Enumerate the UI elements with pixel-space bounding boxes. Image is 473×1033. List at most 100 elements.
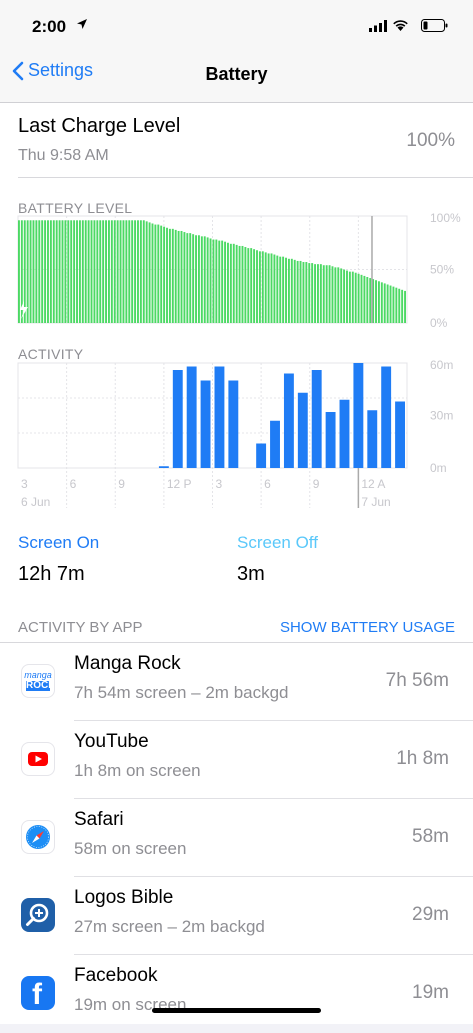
battery-bar (357, 273, 360, 323)
manga-rock-icon: manga ROCK (21, 664, 55, 698)
battery-bar (102, 220, 105, 323)
activity-bar (256, 443, 267, 468)
last-charge-title: Last Charge Level (18, 115, 181, 137)
battery-bar (273, 254, 276, 323)
battery-bar (78, 220, 81, 323)
cellular-signal-icon (369, 20, 387, 32)
battery-bar (206, 237, 209, 323)
battery-bar (401, 289, 404, 323)
battery-bar (131, 220, 134, 323)
app-time: 7h 56m (385, 670, 449, 691)
safari-icon (21, 820, 55, 854)
battery-bar (67, 220, 70, 323)
screen-off-legend: Screen Off (237, 533, 318, 552)
battery-bar (166, 227, 168, 323)
battery-bar (134, 220, 137, 323)
battery-bar (47, 220, 49, 323)
battery-bar (52, 220, 55, 323)
activity-y-tick: 30m (430, 409, 453, 423)
battery-bar (218, 240, 221, 323)
battery-bar (189, 233, 192, 323)
battery-charts[interactable]: 100% 50% 0% 60m 30m 0m 3 6 9 12 P 3 6 9 12 A 6 Jun 7 Ju… (0, 211, 473, 521)
battery-bar (197, 235, 200, 323)
activity-bar (339, 399, 350, 468)
battery-bar (110, 220, 113, 323)
battery-bar (203, 236, 206, 323)
activity-x-tick: 6 (70, 477, 77, 491)
battery-bar (107, 220, 110, 323)
battery-bar (319, 264, 322, 323)
youtube-icon (21, 742, 55, 776)
activity-bar (353, 363, 364, 468)
app-row-youtube[interactable]: YouTube 1h 8m on screen 1h 8m (0, 721, 473, 799)
battery-bar (154, 224, 157, 323)
activity-y-tick: 0m (430, 461, 447, 475)
battery-bar (55, 220, 58, 323)
battery-bar (285, 257, 287, 323)
battery-bar (282, 256, 285, 323)
battery-bar (250, 248, 253, 323)
activity-bar (381, 366, 392, 468)
battery-bar (398, 288, 401, 323)
battery-bar (119, 220, 122, 323)
activity-y-tick: 60m (430, 358, 453, 372)
battery-bar (337, 267, 340, 323)
app-row-safari[interactable]: Safari 58m on screen 58m (0, 799, 473, 877)
battery-bar (322, 265, 325, 323)
last-charge-value: 100% (406, 130, 455, 151)
activity-bar (158, 466, 169, 468)
battery-bar (247, 248, 250, 323)
battery-bar (64, 220, 67, 323)
battery-bar (18, 220, 20, 323)
show-battery-usage-button[interactable]: SHOW BATTERY USAGE (280, 619, 455, 636)
battery-bar (81, 220, 84, 323)
battery-bar (44, 220, 47, 323)
battery-bar (386, 284, 389, 323)
battery-bar (116, 220, 119, 323)
battery-bar (145, 221, 148, 323)
battery-bar (279, 256, 282, 323)
activity-bar (395, 401, 405, 468)
battery-bar (70, 220, 73, 323)
battery-bar (343, 269, 346, 323)
battery-bar (180, 230, 183, 323)
app-row-facebook[interactable]: f Facebook 19m on screen 19m (0, 955, 473, 1033)
battery-bar (215, 239, 218, 323)
status-bar: 2:00 (0, 0, 473, 50)
app-row-logos-bible[interactable]: Logos Bible 27m screen – 2m backgd 29m (0, 877, 473, 955)
battery-bar (276, 255, 279, 323)
battery-bar (122, 220, 125, 323)
divider (18, 177, 473, 178)
battery-bar (331, 266, 334, 323)
battery-bar (186, 233, 189, 323)
activity-x-tick: 3 (216, 477, 223, 491)
battery-bar (235, 244, 238, 323)
last-charge-time: Thu 9:58 AM (18, 147, 109, 164)
status-time: 2:00 (32, 17, 67, 36)
battery-bar (311, 263, 314, 323)
battery-bar (377, 281, 380, 323)
battery-bar (151, 223, 154, 323)
battery-bar (137, 220, 139, 323)
battery-bar (192, 234, 195, 323)
battery-bar (171, 228, 174, 323)
app-name: Facebook (74, 965, 158, 986)
battery-bar (293, 259, 296, 323)
battery-bar (328, 265, 331, 323)
battery-bar (76, 220, 78, 323)
battery-bar (346, 270, 348, 323)
battery-bar (73, 220, 76, 323)
battery-y-tick: 0% (430, 316, 448, 330)
facebook-icon: f (21, 976, 55, 1010)
battery-bar (270, 253, 273, 323)
battery-bar (105, 220, 107, 323)
battery-bar (354, 272, 357, 323)
battery-icon (421, 19, 448, 32)
battery-bar (363, 275, 366, 323)
app-row-manga-rock[interactable]: manga ROCK Manga Rock 7h 54m screen – 2m… (0, 643, 473, 721)
battery-bar (348, 271, 351, 323)
battery-bar (87, 220, 90, 323)
app-detail: 27m screen – 2m backgd (74, 917, 265, 936)
battery-bar (142, 220, 145, 323)
battery-bar (287, 258, 290, 323)
